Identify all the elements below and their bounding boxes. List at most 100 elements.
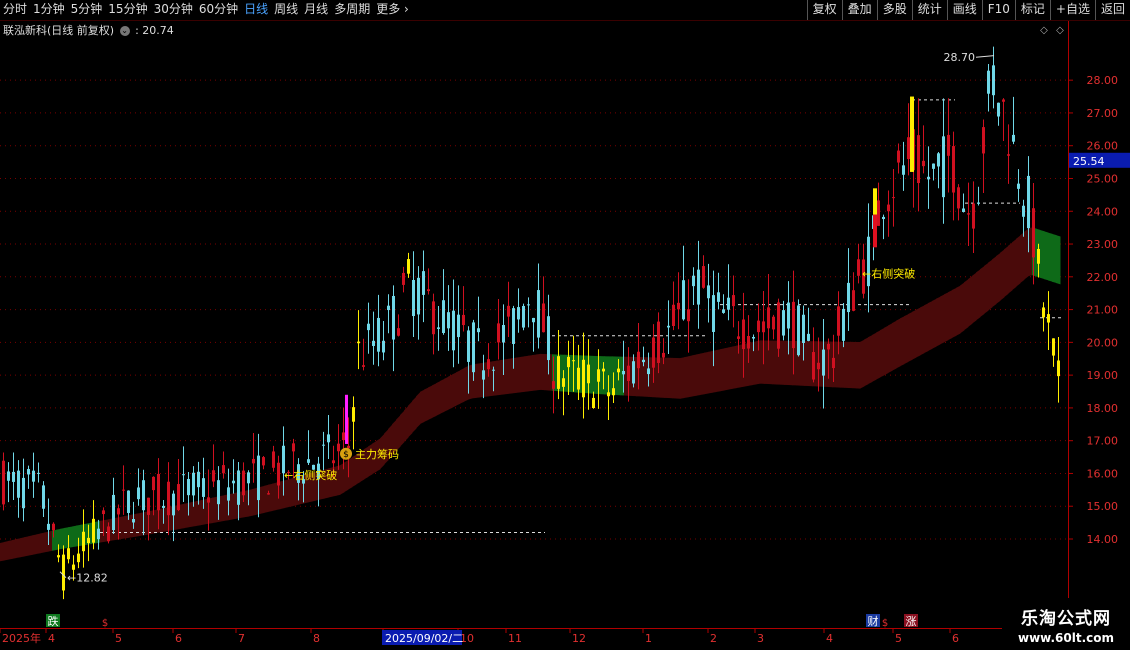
signal-bar — [873, 214, 877, 248]
candle-body — [277, 462, 280, 486]
candle-body — [777, 302, 780, 349]
period-tab-1[interactable]: 1分钟 — [30, 0, 68, 20]
candle-body — [882, 216, 885, 220]
ma-band-segment — [872, 332, 877, 382]
ma-band-segment — [516, 356, 521, 393]
candle-body — [97, 528, 100, 540]
candle-body — [412, 279, 415, 317]
tool-button-2[interactable]: 多股 — [876, 0, 912, 20]
ma-band-segment — [932, 298, 937, 349]
tool-button-0[interactable]: 复权 — [806, 0, 842, 20]
ma-band-segment — [952, 287, 957, 338]
candle-body — [222, 465, 225, 474]
ma-band-segment — [8, 540, 13, 560]
ma-band-segment — [396, 415, 401, 452]
x-tick-label: 1 — [645, 632, 652, 645]
y-tick-label: 17.00 — [1087, 435, 1119, 448]
period-tab-8[interactable]: 月线 — [301, 0, 331, 20]
breakout-label-2: ←右侧突破 — [862, 267, 915, 281]
period-tab-10[interactable]: 更多 › — [373, 0, 412, 20]
high-price-label: 28.70 — [944, 51, 976, 64]
candle-body — [847, 282, 850, 313]
candle-body — [827, 343, 830, 350]
tool-button-1[interactable]: 叠加 — [841, 0, 877, 20]
ma-band-segment — [1004, 245, 1009, 298]
ma-band-segment — [692, 354, 697, 397]
ma-band-segment — [784, 340, 789, 386]
period-tab-3[interactable]: 15分钟 — [105, 0, 150, 20]
tool-button-4[interactable]: 画线 — [946, 0, 982, 20]
candle-body — [252, 458, 255, 464]
period-tab-5[interactable]: 60分钟 — [196, 0, 241, 20]
candle-body — [47, 523, 50, 530]
candle-body — [922, 160, 925, 167]
candle-body — [967, 213, 970, 215]
candle-body — [322, 444, 325, 446]
candle-body — [577, 367, 580, 390]
ma-band-segment — [440, 378, 445, 414]
candle-body — [942, 136, 945, 198]
ma-band-segment — [860, 339, 865, 389]
ma-band-segment — [992, 256, 997, 308]
tool-button-5[interactable]: F10 — [981, 0, 1015, 20]
candle-body — [407, 259, 410, 274]
period-tab-0[interactable]: 分时 — [0, 0, 30, 20]
ma-band-segment — [132, 513, 137, 538]
ma-band-segment — [668, 357, 673, 399]
candlestick-chart[interactable]: 28.00 27.00 26.00 25.00 24.00 23.00 22.00 21.00… — [0, 0, 1130, 650]
period-tab-4[interactable]: 30分钟 — [151, 0, 196, 20]
ma-band-segment — [808, 341, 813, 387]
candle-body — [452, 310, 455, 351]
tool-button-8[interactable]: 返回 — [1094, 0, 1130, 20]
candle-body — [257, 455, 260, 501]
period-tab-6[interactable]: 日线 — [241, 0, 271, 20]
tool-button-6[interactable]: 标记 — [1014, 0, 1050, 20]
ma-band-segment — [896, 318, 901, 369]
x-tick-label: 2025年 — [2, 631, 41, 645]
tool-button-7[interactable]: +自选 — [1049, 0, 1095, 20]
ma-band-segment — [264, 484, 269, 513]
ma-band-segment — [436, 381, 441, 416]
candle-body — [87, 537, 90, 544]
ma-band-segment — [428, 385, 433, 420]
candle-body — [822, 349, 825, 376]
ma-band-segment — [888, 323, 893, 373]
candle-body — [1037, 248, 1040, 264]
candle-body — [497, 323, 500, 343]
candle-body — [1027, 175, 1030, 229]
candle-body — [607, 392, 610, 397]
ma-band-segment — [672, 357, 677, 399]
candle-body — [937, 153, 940, 167]
tool-button-3[interactable]: 统计 — [911, 0, 947, 20]
ma-band-segment — [0, 541, 5, 562]
ma-band-segment — [928, 300, 933, 351]
candle-body — [917, 135, 920, 184]
candle-body — [432, 301, 435, 335]
chevron-down-icon[interactable]: ⌄ — [119, 26, 130, 36]
candle-body — [732, 295, 735, 307]
ma-band-segment — [868, 334, 873, 385]
ma-band-segment — [908, 311, 913, 362]
ma-band-segment — [716, 349, 721, 392]
period-tab-9[interactable]: 多周期 — [331, 0, 373, 20]
y-tick-label: 22.00 — [1087, 271, 1119, 284]
candle-body — [642, 359, 645, 363]
candle-body — [742, 319, 745, 350]
candle-body — [992, 65, 995, 96]
current-price-label: 25.54 — [1073, 155, 1105, 168]
y-tick-label: 27.00 — [1087, 107, 1119, 120]
candle-body — [172, 493, 175, 516]
candle-body — [857, 259, 860, 276]
ma-band-segment — [852, 341, 857, 389]
ma-band-segment — [408, 401, 413, 438]
candle-body — [507, 305, 510, 317]
period-tab-7[interactable]: 周线 — [271, 0, 301, 20]
ma-band-segment — [840, 341, 845, 388]
candle-body — [602, 368, 605, 372]
money-bag-glyph: $ — [343, 450, 349, 460]
ma-band-segment — [844, 341, 849, 388]
y-tick-label: 21.00 — [1087, 304, 1119, 317]
ma-band-segment — [804, 341, 809, 387]
period-tab-2[interactable]: 5分钟 — [68, 0, 106, 20]
candle-body — [877, 200, 880, 226]
